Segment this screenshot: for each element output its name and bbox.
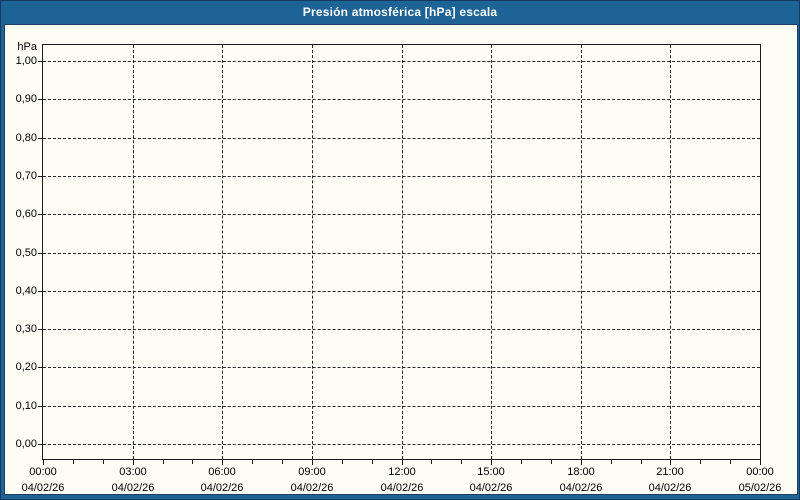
x-axis-date-label: 04/02/26 xyxy=(559,482,603,494)
x-axis-time-label: 06:00 xyxy=(208,466,236,478)
y-axis-tick xyxy=(38,99,43,100)
x-axis-time-label: 15:00 xyxy=(477,466,505,478)
x-axis-date-label: 04/02/26 xyxy=(111,482,155,494)
x-axis-tick xyxy=(431,460,432,464)
x-axis-tick xyxy=(730,460,731,464)
x-axis-tick xyxy=(192,460,193,464)
y-axis-tick-label: 0,00 xyxy=(15,438,37,450)
x-grid-line xyxy=(491,45,492,459)
x-axis-date-label: 04/02/26 xyxy=(469,482,513,494)
x-axis-tick xyxy=(282,460,283,464)
x-axis-tick xyxy=(73,460,74,464)
y-axis-tick-label: 0,30 xyxy=(15,323,37,335)
x-axis-time-label: 03:00 xyxy=(119,466,147,478)
y-axis-tick-label: 0,60 xyxy=(15,208,37,220)
x-axis-date-label: 04/02/26 xyxy=(380,482,424,494)
y-axis-tick-label: 0,40 xyxy=(15,285,37,297)
y-axis-tick-label: 0,90 xyxy=(15,93,37,105)
x-grid-line xyxy=(670,45,671,459)
x-axis-tick xyxy=(342,460,343,464)
chart-content: hPa 1,00 0,90 0,80 0,70 0,60 0,50 0,40 0,30 0,20… xyxy=(4,24,798,495)
x-axis-date-label: 04/02/26 xyxy=(290,482,334,494)
x-axis-tick xyxy=(611,460,612,464)
x-axis-time-label: 12:00 xyxy=(388,466,416,478)
x-axis-tick xyxy=(372,460,373,464)
x-axis-tick xyxy=(700,460,701,464)
y-axis-tick xyxy=(38,176,43,177)
y-axis-tick-label: 0,70 xyxy=(15,170,37,182)
x-axis-tick xyxy=(551,460,552,464)
x-axis-time-label: 00:00 xyxy=(746,466,774,478)
x-axis-tick xyxy=(461,460,462,464)
x-axis-time-label: 18:00 xyxy=(567,466,595,478)
x-axis-date-label: 05/02/26 xyxy=(738,482,782,494)
y-axis-tick-label: 0,50 xyxy=(15,247,37,259)
x-grid-line xyxy=(312,45,313,459)
x-axis-date-label: 04/02/26 xyxy=(21,482,65,494)
y-axis-tick-label: 0,10 xyxy=(15,400,37,412)
y-axis-tick-label: 0,20 xyxy=(15,361,37,373)
x-axis-date-label: 04/02/26 xyxy=(648,482,692,494)
y-axis-tick xyxy=(38,329,43,330)
y-axis-tick xyxy=(38,406,43,407)
x-axis-time-label: 09:00 xyxy=(298,466,326,478)
x-axis-tick xyxy=(252,460,253,464)
x-axis-tick xyxy=(521,460,522,464)
x-grid-line xyxy=(581,45,582,459)
y-axis-tick xyxy=(38,138,43,139)
y-axis-tick xyxy=(38,291,43,292)
x-axis-date-label: 04/02/26 xyxy=(200,482,244,494)
x-grid-line xyxy=(402,45,403,459)
plot-area xyxy=(42,44,761,460)
y-axis-tick-label: 1,00 xyxy=(15,55,37,67)
x-axis-tick xyxy=(103,460,104,464)
y-axis-unit-label: hPa xyxy=(17,41,37,53)
x-axis-time-label: 21:00 xyxy=(656,466,684,478)
x-axis-tick xyxy=(641,460,642,464)
x-axis-tick xyxy=(163,460,164,464)
y-axis-tick xyxy=(38,61,43,62)
x-axis-time-label: 00:00 xyxy=(29,466,57,478)
y-axis-tick xyxy=(38,444,43,445)
y-axis-tick xyxy=(38,367,43,368)
y-axis-tick-label: 0,80 xyxy=(15,132,37,144)
y-axis-tick xyxy=(38,253,43,254)
x-grid-line xyxy=(133,45,134,459)
chart-title: Presión atmosférica [hPa] escala xyxy=(302,5,498,19)
chart-title-bar: Presión atmosférica [hPa] escala xyxy=(1,1,799,24)
chart-window-frame: Presión atmosférica [hPa] escala hPa 1,0… xyxy=(0,0,800,500)
x-grid-line xyxy=(222,45,223,459)
y-axis-tick xyxy=(38,214,43,215)
